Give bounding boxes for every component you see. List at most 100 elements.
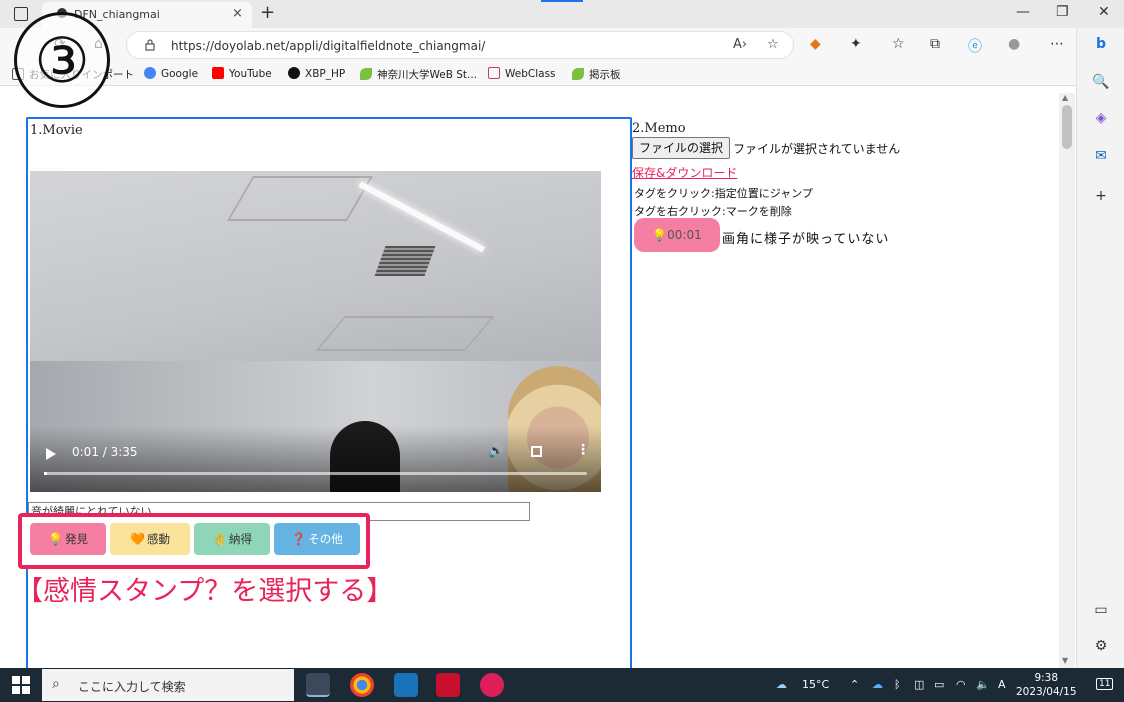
movie-section-title: 1.Movie — [30, 123, 83, 138]
settings-gear-icon[interactable]: ⚙ — [1091, 636, 1111, 656]
file-select-button[interactable]: ファイルの選択 — [632, 137, 731, 159]
edge-icon[interactable]: ⓔ — [968, 36, 982, 56]
favorite-add-icon[interactable]: ☆ — [767, 37, 779, 52]
arduino-icon[interactable] — [394, 673, 418, 697]
notification-badge[interactable]: 11 — [1096, 678, 1114, 690]
scroll-down-icon[interactable]: ▼ — [1062, 656, 1068, 665]
play-icon[interactable] — [46, 448, 56, 460]
accent-mark — [541, 0, 583, 2]
tab-actions-icon[interactable] — [14, 7, 28, 21]
scroll-thumb[interactable] — [1062, 105, 1072, 149]
stamp-emotion-button[interactable]: 🧡 感動 — [110, 523, 190, 555]
title-bar: DFN_chiangmai × + — ❐ ✕ — [0, 0, 1124, 28]
help-click-text: タグをクリック:指定位置にジャンプ — [634, 187, 813, 200]
stamp-discovery-button[interactable]: 💡 発見 — [30, 523, 106, 555]
save-download-link[interactable]: 保存&ダウンロード — [632, 164, 737, 181]
new-tab-button[interactable]: + — [260, 3, 275, 23]
bing-icon[interactable]: b — [1091, 34, 1111, 54]
stamp-selector: 💡 発見 🧡 感動 👌 納得 ❓ その他 — [18, 513, 370, 569]
bookmark-youtube[interactable]: YouTube — [212, 67, 272, 80]
instruction-caption: 【感情スタンプ？を選択する】 — [16, 576, 394, 607]
bookmark-xbp-hp[interactable]: XBP_HP — [288, 67, 345, 80]
okay-hand-icon: 👌 — [212, 532, 227, 546]
file-status-text: ファイルが選択されていません — [733, 142, 901, 156]
page-content: 1.Movie 0:01 / 3:35 🔊 ⋮ 音が綺麗にとれていない 💡 発見… — [0, 87, 1058, 677]
bookmark-kanagawa[interactable]: 神奈川大学WeB St... — [360, 67, 477, 82]
windows-taskbar: ⌕ ここに入力して検索 ☁ 15°C ⌃ ☁ ᛒ ◫ ▭ ◠ 🔈 A 9:38 … — [0, 668, 1124, 702]
minimize-button[interactable]: — — [1016, 4, 1030, 20]
scroll-up-icon[interactable]: ▲ — [1062, 93, 1068, 102]
lightbulb-icon: 💡 — [652, 228, 668, 242]
youtube-icon — [212, 67, 224, 79]
read-aloud-icon[interactable]: A› — [733, 37, 747, 52]
outlook-icon[interactable]: ✉ — [1091, 146, 1111, 166]
edge-sidebar: b 🔍 ◈ ✉ + ▭ ⚙ — [1076, 28, 1124, 668]
tab-close-icon[interactable]: × — [232, 6, 243, 21]
profile-avatar-icon[interactable]: ● — [1008, 36, 1020, 52]
movie-panel: 1.Movie 0:01 / 3:35 🔊 ⋮ 音が綺麗にとれていない 💡 発見… — [16, 117, 632, 677]
volume-icon[interactable]: 🔊 — [488, 444, 504, 459]
shopping-icon[interactable]: ◈ — [1091, 108, 1111, 128]
tray-arrow-icon[interactable]: ⌃ — [850, 678, 859, 691]
navigation-bar: ⟳ ⌂ https://doyolab.net/appli/digitalfie… — [0, 28, 1124, 62]
bluetooth-icon[interactable]: ᛒ — [894, 678, 901, 691]
weather-icon: ☁ — [776, 678, 787, 691]
page-scrollbar[interactable]: ▲ ▼ — [1059, 93, 1075, 668]
onedrive-icon[interactable]: ☁ — [872, 678, 883, 691]
google-icon — [144, 67, 156, 79]
tag-time: 00:01 — [667, 228, 702, 242]
search-icon[interactable]: 🔍 — [1091, 72, 1111, 92]
stamp-agreement-button[interactable]: 👌 納得 — [194, 523, 270, 555]
windows-start-icon[interactable] — [12, 676, 30, 694]
taskbar-clock[interactable]: 9:38 2023/04/15 — [1016, 671, 1077, 699]
acrobat-icon[interactable] — [436, 673, 460, 697]
slack-icon[interactable] — [480, 673, 504, 697]
leaf-icon — [572, 68, 584, 80]
ime-indicator[interactable]: A — [998, 678, 1006, 691]
sidebar-toggle-icon[interactable]: ▭ — [1091, 600, 1111, 620]
battery-icon[interactable]: ▭ — [934, 678, 944, 691]
stamp-other-button[interactable]: ❓ その他 — [274, 523, 360, 555]
question-icon: ❓ — [291, 532, 307, 546]
video-controls: 0:01 / 3:35 🔊 ⋮ — [30, 426, 601, 492]
webclass-icon — [488, 67, 500, 79]
chrome-icon[interactable] — [350, 673, 374, 697]
temperature-text: 15°C — [802, 678, 830, 691]
heart-icon: 🧡 — [130, 532, 145, 546]
video-seek-bar[interactable] — [44, 472, 587, 475]
wifi-icon[interactable]: ◠ — [956, 678, 966, 691]
clock-time: 9:38 — [1034, 672, 1059, 684]
taskbar-search[interactable]: ⌕ ここに入力して検索 — [42, 669, 294, 701]
add-icon[interactable]: + — [1091, 186, 1111, 206]
bookmark-board[interactable]: 掲示板 — [572, 67, 621, 82]
taskbar-search-placeholder: ここに入力して検索 — [78, 680, 186, 694]
bookmarks-bar: お気に入りインポート Google YouTube XBP_HP 神奈川大学We… — [0, 62, 1076, 86]
app-icon[interactable] — [306, 673, 330, 697]
favorites-icon[interactable]: ☆ — [892, 36, 905, 52]
restore-button[interactable]: ❐ — [1056, 4, 1069, 20]
memo-tag[interactable]: 💡00:01 — [634, 218, 720, 252]
search-icon: ⌕ — [52, 676, 60, 692]
speaker-icon[interactable]: 🔈 — [976, 678, 990, 691]
close-window-button[interactable]: ✕ — [1098, 4, 1110, 20]
bookmark-google[interactable]: Google — [144, 67, 198, 80]
tag-note: 画角に様子が映っていない — [722, 232, 890, 247]
lock-icon — [145, 39, 155, 51]
more-vert-icon[interactable]: ⋮ — [576, 442, 590, 458]
address-bar[interactable]: https://doyolab.net/appli/digitalfieldno… — [126, 31, 794, 59]
step-number-badge: ③ — [14, 12, 110, 108]
more-options-icon[interactable]: ⋯ — [1050, 36, 1064, 52]
fullscreen-icon[interactable] — [531, 446, 542, 457]
browser-window: DFN_chiangmai × + — ❐ ✕ ⟳ ⌂ https://doyo… — [0, 0, 1124, 702]
clock-date: 2023/04/15 — [1016, 686, 1077, 698]
meet-icon[interactable]: ◫ — [914, 678, 924, 691]
video-player[interactable]: 0:01 / 3:35 🔊 ⋮ — [30, 171, 601, 492]
collections-icon[interactable]: ⧉ — [930, 36, 940, 52]
bookmark-webclass[interactable]: WebClass — [488, 67, 556, 80]
leaf-icon — [360, 68, 372, 80]
github-icon — [288, 67, 300, 79]
metamask-icon[interactable]: ◆ — [810, 36, 821, 52]
video-time: 0:01 / 3:35 — [72, 445, 138, 459]
memo-panel: 2.Memo ファイルの選択 ファイルが選択されていません 保存&ダウンロード … — [632, 117, 1052, 317]
extensions-icon[interactable]: ✦ — [850, 36, 862, 52]
